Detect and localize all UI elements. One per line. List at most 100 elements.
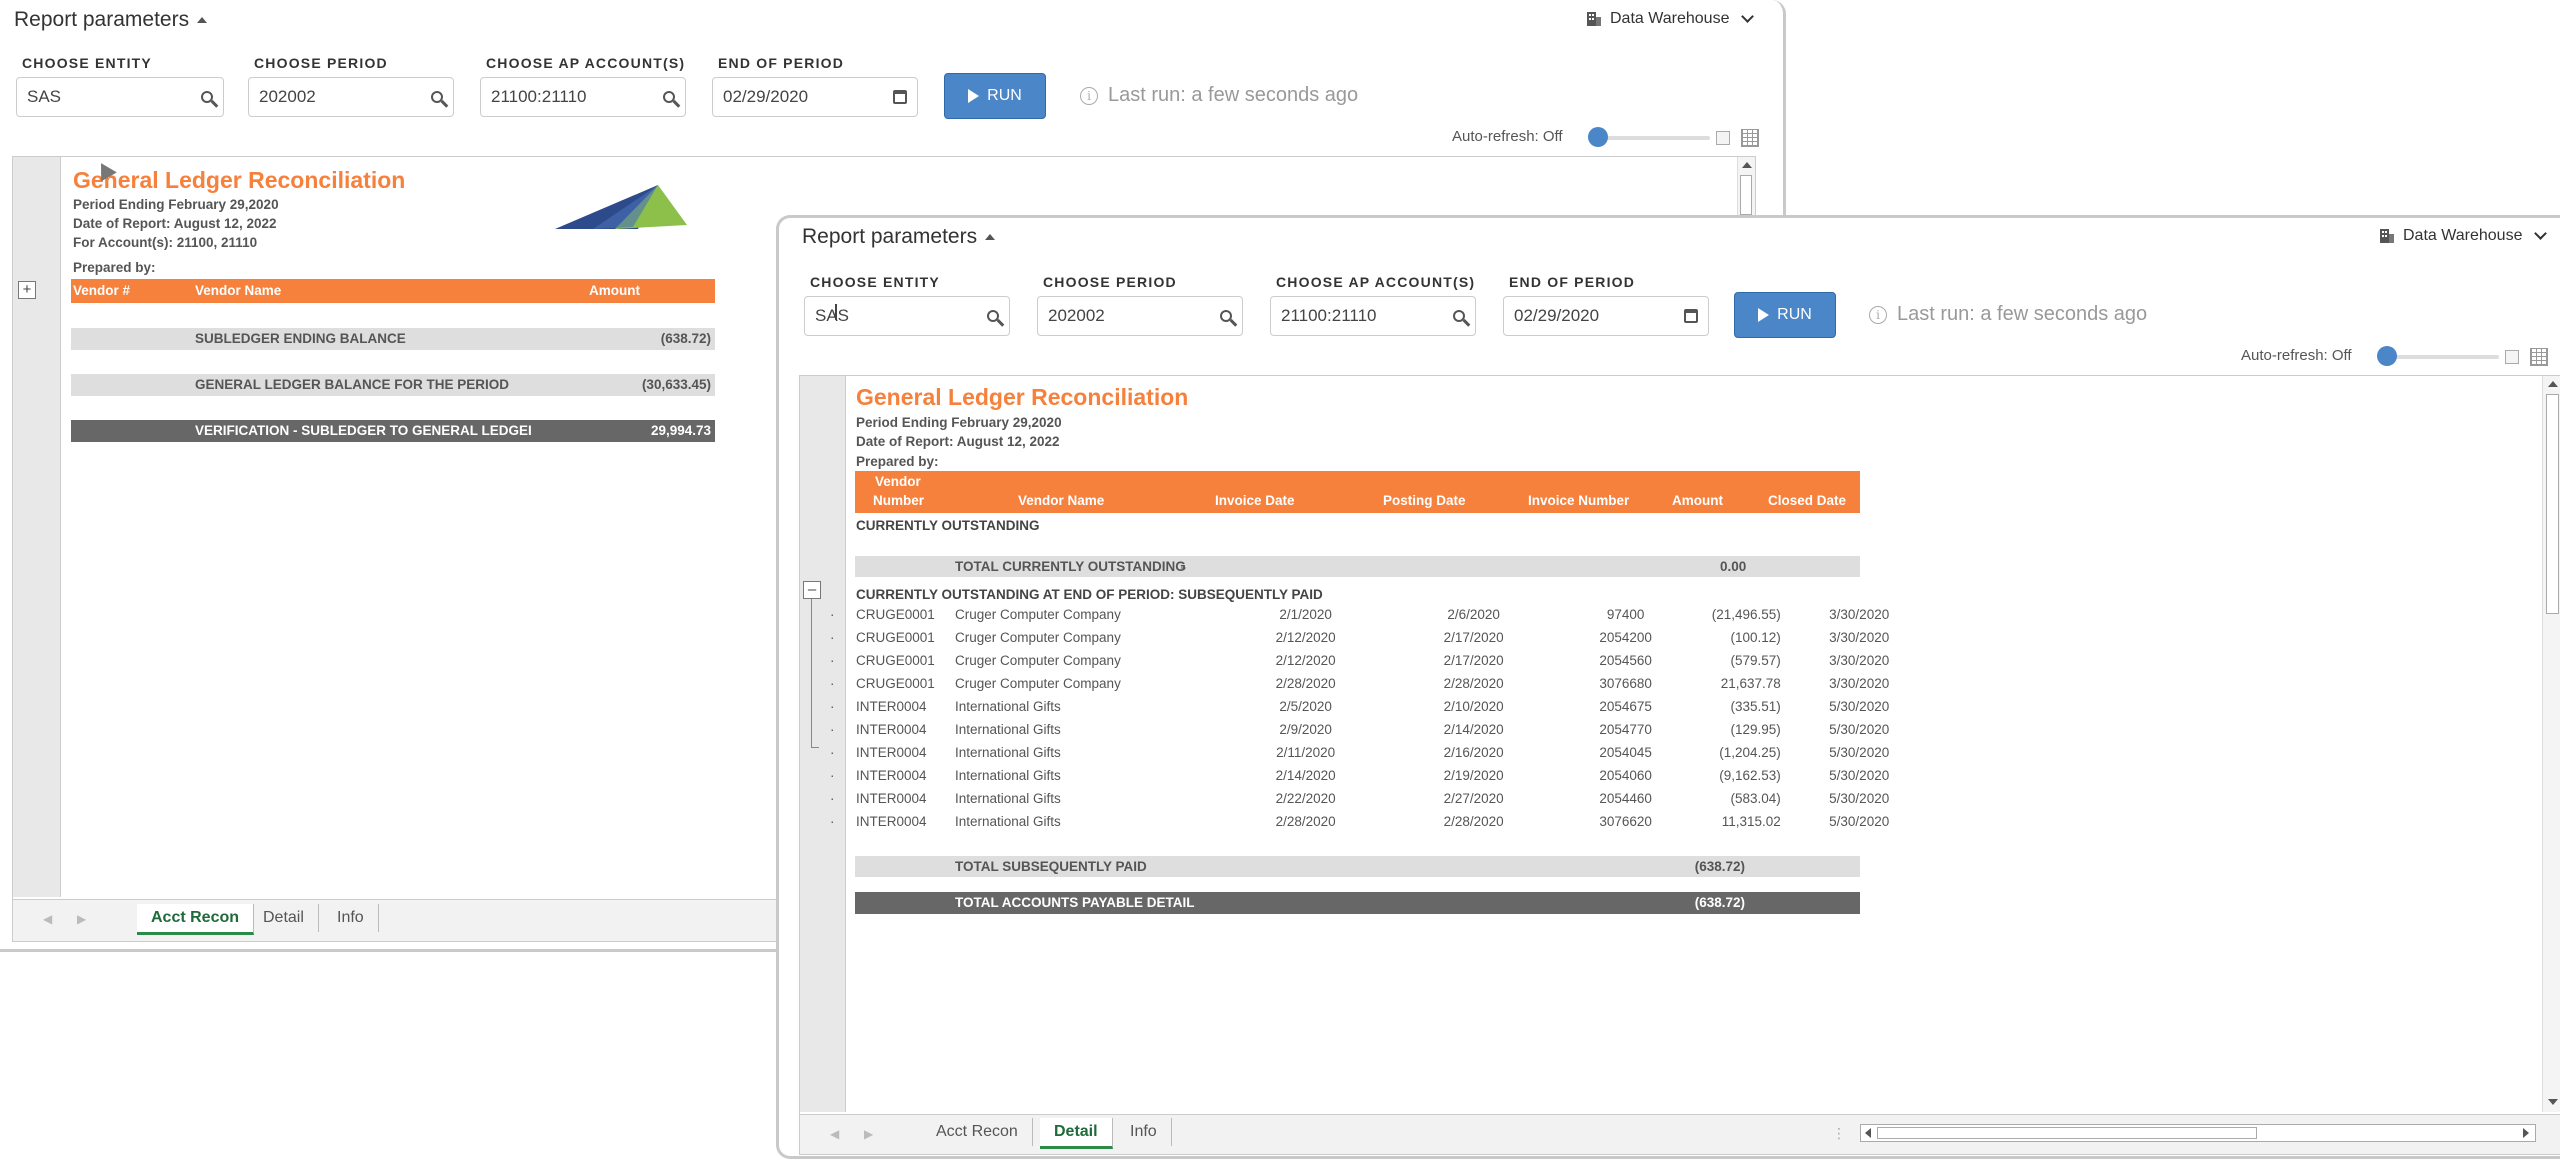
tab-next-icon[interactable]: ▶ bbox=[864, 1127, 873, 1141]
hscroll-thumb[interactable] bbox=[1877, 1127, 2257, 1139]
tab-info[interactable]: Info bbox=[323, 904, 379, 932]
col-amount: Amount bbox=[1672, 493, 1723, 508]
auto-refresh-slider[interactable] bbox=[1600, 136, 1710, 140]
tab-split-handle[interactable]: ⋮ bbox=[1832, 1125, 1846, 1142]
tab-detail[interactable]: Detail bbox=[249, 904, 319, 932]
row-amount: (638.72) bbox=[1694, 895, 1745, 910]
info-icon: i bbox=[1080, 86, 1098, 105]
info-icon: i bbox=[1869, 305, 1887, 324]
report-parameters-toggle[interactable]: Report parameters bbox=[14, 8, 208, 32]
data-warehouse-dropdown[interactable]: Data Warehouse bbox=[1586, 10, 1755, 28]
run-button[interactable]: RUN bbox=[1734, 292, 1836, 338]
table-row: · INTER0004 International Gifts 2/5/2020 2/1… bbox=[800, 699, 1889, 719]
search-icon[interactable] bbox=[431, 91, 443, 103]
auto-refresh-slider[interactable] bbox=[2389, 355, 2499, 359]
row-amount: (638.72) bbox=[1694, 859, 1745, 874]
cell-invoice-date: 2/28/2020 bbox=[1275, 676, 1336, 691]
play-icon bbox=[1758, 308, 1770, 322]
period-label: CHOOSE PERIOD bbox=[1043, 274, 1177, 290]
cell-vendor-number: INTER0004 bbox=[856, 791, 927, 806]
search-icon[interactable] bbox=[1220, 310, 1232, 322]
run-button[interactable]: RUN bbox=[944, 73, 1046, 119]
grid-icon[interactable] bbox=[1741, 129, 1759, 147]
cell-invoice-date: 2/1/2020 bbox=[1279, 607, 1332, 622]
tab-acct-recon[interactable]: Acct Recon bbox=[137, 904, 255, 935]
auto-refresh-knob[interactable] bbox=[1588, 127, 1608, 147]
search-icon[interactable] bbox=[663, 91, 675, 103]
chevron-up-icon bbox=[197, 17, 208, 24]
calendar-icon[interactable] bbox=[893, 90, 907, 104]
cell-posting-date: 2/6/2020 bbox=[1447, 607, 1500, 622]
scroll-right-icon[interactable] bbox=[2523, 1128, 2529, 1138]
period-input[interactable]: 202002 bbox=[248, 77, 454, 117]
table-row: · CRUGE0001 Cruger Computer Company 2/1/202… bbox=[800, 607, 1889, 627]
verification-row: VERIFICATION - SUBLEDGER TO GENERAL LEDG… bbox=[71, 420, 715, 442]
expand-icon[interactable]: + bbox=[18, 281, 36, 299]
scroll-thumb[interactable] bbox=[2546, 394, 2559, 614]
cell-invoice-number: 3076620 bbox=[1599, 814, 1652, 829]
cell-vendor-name: International Gifts bbox=[955, 768, 1061, 783]
end-period-input[interactable]: 02/29/2020 bbox=[712, 77, 918, 117]
scroll-thumb[interactable] bbox=[1740, 175, 1752, 215]
vertical-scrollbar[interactable] bbox=[2542, 376, 2560, 1112]
popout-icon[interactable] bbox=[1716, 131, 1730, 145]
report-parameters-title: Report parameters bbox=[802, 225, 978, 248]
search-icon[interactable] bbox=[1453, 310, 1465, 322]
search-icon[interactable] bbox=[201, 91, 213, 103]
scroll-up-icon[interactable] bbox=[2548, 381, 2558, 387]
cell-invoice-date: 2/22/2020 bbox=[1275, 791, 1336, 806]
tab-acct-recon[interactable]: Acct Recon bbox=[922, 1118, 1033, 1146]
calendar-icon[interactable] bbox=[1684, 309, 1698, 323]
row-amount: 0.00 bbox=[1720, 559, 1747, 574]
cell-invoice-number: 2054460 bbox=[1599, 791, 1652, 806]
tab-prev-icon[interactable]: ◀ bbox=[830, 1127, 839, 1141]
scroll-left-icon[interactable] bbox=[1865, 1128, 1871, 1138]
report-window-front: Report parameters Data Warehouse CHOOSE … bbox=[776, 215, 2560, 1159]
outline-dot: · bbox=[830, 630, 835, 645]
cell-vendor-name: Cruger Computer Company bbox=[955, 630, 1121, 645]
col-number: Number bbox=[873, 493, 925, 508]
grid-icon[interactable] bbox=[2530, 348, 2548, 366]
cell-closed-date: 3/30/2020 bbox=[1829, 653, 1890, 668]
account-input[interactable]: 21100:21110 bbox=[1270, 296, 1476, 336]
tab-detail[interactable]: Detail bbox=[1040, 1118, 1113, 1149]
subledger-balance-row: SUBLEDGER ENDING BALANCE (638.72) bbox=[71, 328, 715, 350]
popout-icon[interactable] bbox=[2505, 350, 2519, 364]
col-vendor-name: Vendor Name bbox=[1018, 493, 1105, 508]
cell-invoice-date: 2/14/2020 bbox=[1275, 768, 1336, 783]
auto-refresh-knob[interactable] bbox=[2377, 346, 2397, 366]
tab-info[interactable]: Info bbox=[1116, 1118, 1172, 1146]
run-label: RUN bbox=[1777, 306, 1812, 323]
collapse-icon[interactable]: – bbox=[803, 581, 821, 599]
end-period-input[interactable]: 02/29/2020 bbox=[1503, 296, 1709, 336]
total-ap-detail-row: TOTAL ACCOUNTS PAYABLE DETAIL (638.72) bbox=[855, 892, 1860, 914]
col-invoice-number: Invoice Number bbox=[1528, 493, 1630, 508]
auto-refresh-label: Auto-refresh: Off bbox=[2241, 347, 2352, 364]
report-parameters-toggle[interactable]: Report parameters bbox=[802, 225, 996, 249]
cell-vendor-name: Cruger Computer Company bbox=[955, 676, 1121, 691]
table-row: · CRUGE0001 Cruger Computer Company 2/12/20… bbox=[800, 630, 1889, 650]
tab-prev-icon[interactable]: ◀ bbox=[43, 912, 52, 926]
entity-input[interactable]: SAS bbox=[16, 77, 224, 117]
col-amount: Amount bbox=[589, 283, 640, 298]
period-input[interactable]: 202002 bbox=[1037, 296, 1243, 336]
section-currently-outstanding: CURRENTLY OUTSTANDING bbox=[856, 518, 1040, 533]
total-subsequently-paid-row: TOTAL SUBSEQUENTLY PAID (638.72) bbox=[855, 856, 1860, 877]
cell-invoice-date: 2/28/2020 bbox=[1275, 814, 1336, 829]
account-input[interactable]: 21100:21110 bbox=[480, 77, 686, 117]
report-accounts: For Account(s): 21100, 21110 bbox=[73, 235, 258, 250]
last-run-status: i Last run: a few seconds ago bbox=[1869, 303, 2147, 326]
data-warehouse-dropdown[interactable]: Data Warehouse bbox=[2379, 227, 2548, 245]
tab-next-icon[interactable]: ▶ bbox=[77, 912, 86, 926]
section-subsequently-paid: CURRENTLY OUTSTANDING AT END OF PERIOD: … bbox=[856, 587, 1323, 602]
scroll-down-icon[interactable] bbox=[2548, 1099, 2558, 1105]
search-icon[interactable] bbox=[987, 310, 999, 322]
cell-posting-date: 2/19/2020 bbox=[1443, 768, 1504, 783]
scroll-up-icon[interactable] bbox=[1742, 162, 1752, 168]
cell-vendor-number: INTER0004 bbox=[856, 722, 927, 737]
cell-amount: (21,496.55) bbox=[1711, 607, 1781, 622]
cell-invoice-date: 2/11/2020 bbox=[1276, 745, 1336, 760]
horizontal-scrollbar[interactable] bbox=[1860, 1124, 2536, 1142]
report-period: Period Ending February 29,2020 bbox=[73, 197, 279, 212]
report-date: Date of Report: August 12, 2022 bbox=[73, 216, 277, 231]
